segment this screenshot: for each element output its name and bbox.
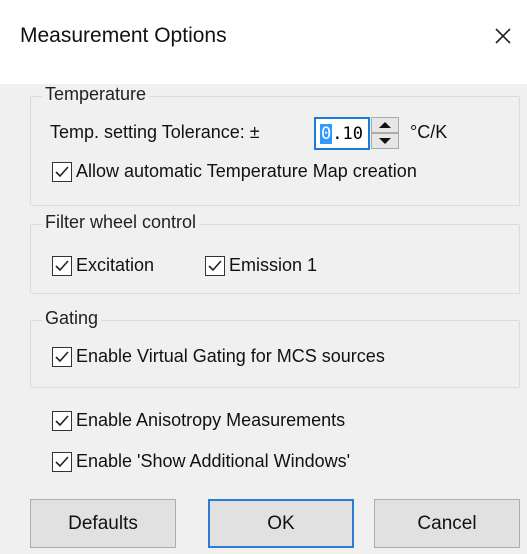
tolerance-remaining-text: .10 [332, 123, 363, 144]
checkbox-box [52, 346, 72, 367]
auto-temperature-map-checkbox[interactable]: Allow automatic Temperature Map creation [52, 161, 417, 182]
ok-button[interactable]: OK [208, 499, 354, 548]
additional-windows-label: Enable 'Show Additional Windows' [76, 451, 351, 471]
checkmark-icon [55, 350, 69, 362]
arrow-up-icon [379, 122, 391, 128]
checkbox-box [52, 161, 72, 182]
tolerance-input[interactable]: 0.10 [314, 117, 370, 150]
checkmark-icon [55, 259, 69, 271]
anisotropy-checkbox[interactable]: Enable Anisotropy Measurements [52, 410, 345, 431]
close-button[interactable] [483, 16, 523, 56]
title-bar: Measurement Options [0, 0, 527, 84]
excitation-checkbox[interactable]: Excitation [52, 255, 154, 276]
checkmark-icon [55, 455, 69, 467]
measurement-options-dialog: Measurement Options Temperature Temp. se… [0, 0, 527, 554]
checkbox-box [52, 451, 72, 472]
checkmark-icon [55, 165, 69, 177]
cancel-button[interactable]: Cancel [374, 499, 520, 548]
checkmark-icon [55, 414, 69, 426]
checkmark-icon [208, 259, 222, 271]
emission-label: Emission 1 [229, 255, 318, 275]
virtual-gating-checkbox[interactable]: Enable Virtual Gating for MCS sources [52, 346, 385, 367]
gating-group-label: Gating [42, 308, 102, 329]
tolerance-selected-text: 0 [320, 123, 333, 144]
tolerance-spinner[interactable] [371, 117, 401, 150]
emission-checkbox[interactable]: Emission 1 [205, 255, 317, 276]
arrow-down-icon [379, 138, 391, 144]
spin-up-button[interactable] [371, 117, 399, 133]
additional-windows-checkbox[interactable]: Enable 'Show Additional Windows' [52, 451, 350, 472]
temperature-group-label: Temperature [42, 84, 150, 105]
defaults-button[interactable]: Defaults [30, 499, 176, 548]
checkbox-box [205, 255, 225, 276]
anisotropy-label: Enable Anisotropy Measurements [76, 410, 346, 430]
checkbox-box [52, 410, 72, 431]
excitation-label: Excitation [76, 255, 155, 275]
spin-down-button[interactable] [371, 133, 399, 149]
checkbox-box [52, 255, 72, 276]
close-icon [495, 28, 511, 44]
temperature-group [30, 96, 520, 206]
tolerance-unit: °C/K [410, 122, 448, 142]
tolerance-label: Temp. setting Tolerance: ± [50, 122, 260, 142]
dialog-title: Measurement Options [20, 24, 227, 47]
filter-wheel-group-label: Filter wheel control [42, 212, 200, 233]
virtual-gating-label: Enable Virtual Gating for MCS sources [76, 346, 385, 366]
auto-temperature-map-label: Allow automatic Temperature Map creation [76, 161, 417, 181]
